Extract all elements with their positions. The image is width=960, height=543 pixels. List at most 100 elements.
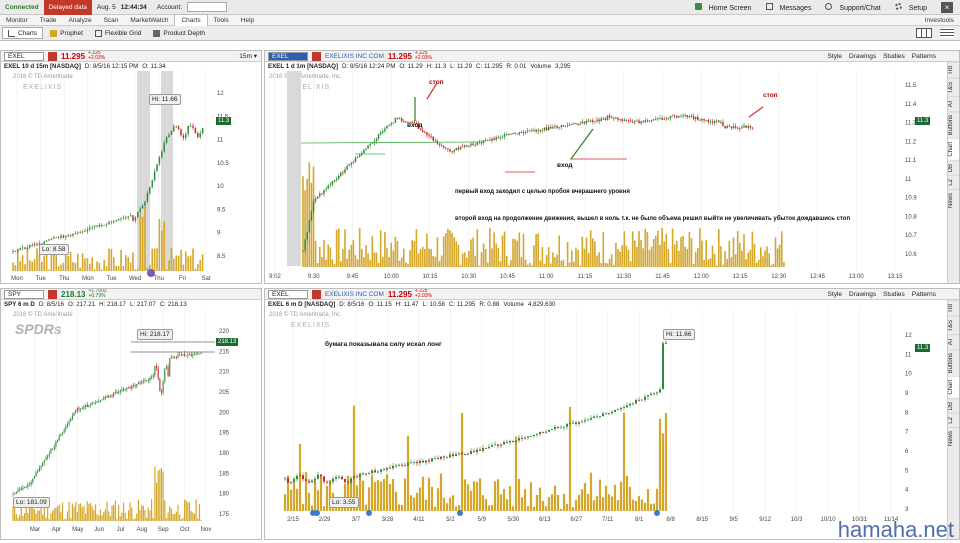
volume-bar bbox=[427, 477, 431, 511]
p1-candle bbox=[21, 247, 24, 249]
home-screen-button[interactable]: Home Screen bbox=[694, 2, 759, 12]
link-icon[interactable] bbox=[312, 51, 321, 61]
close-app-icon[interactable]: × bbox=[941, 1, 953, 13]
drawings-menu[interactable]: Drawings bbox=[849, 291, 876, 298]
p2-candle bbox=[726, 125, 728, 129]
tab-marketwatch[interactable]: MarketWatch bbox=[124, 15, 174, 26]
layout-grid-icon[interactable] bbox=[916, 28, 932, 38]
side-tab-buttons[interactable]: Buttons bbox=[948, 110, 959, 139]
volume-bar bbox=[76, 512, 78, 521]
volume-bar bbox=[463, 252, 466, 267]
setup-button[interactable]: Setup bbox=[894, 2, 934, 12]
tab-scan[interactable]: Scan bbox=[98, 15, 125, 26]
volume-bar bbox=[699, 227, 701, 267]
volume-bar bbox=[503, 231, 506, 267]
side-tab-news[interactable]: News bbox=[948, 426, 959, 449]
x-axis-tick: 6/13 bbox=[539, 517, 551, 523]
volume-bar bbox=[340, 261, 342, 267]
symbol-input[interactable]: EXEL bbox=[268, 289, 308, 299]
symbol-input[interactable]: EXEL bbox=[4, 51, 44, 61]
p3-candle bbox=[75, 410, 77, 413]
tab-trade[interactable]: Trade bbox=[34, 15, 63, 26]
volume-bar bbox=[153, 248, 156, 271]
style-menu[interactable]: Style bbox=[828, 291, 842, 298]
side-tab-news[interactable]: News bbox=[948, 188, 959, 211]
subtab-prophet[interactable]: Prophet bbox=[45, 27, 88, 39]
chart-panel-exel-1d: EXEL EXELIXIS INC COM 11.295 +.225 +2.03%… bbox=[264, 50, 960, 284]
p3-candle bbox=[190, 354, 192, 356]
symbol-input[interactable]: SPY bbox=[4, 289, 44, 299]
p2-candle bbox=[459, 146, 462, 150]
support-chat-button[interactable]: Support/Chat bbox=[825, 2, 887, 12]
p4-candle bbox=[314, 478, 316, 481]
patterns-menu[interactable]: Patterns bbox=[912, 53, 936, 60]
volume-bar bbox=[520, 257, 523, 267]
side-tab-at[interactable]: AT bbox=[948, 96, 959, 111]
p3-candle bbox=[180, 354, 182, 356]
tab-monitor[interactable]: Monitor bbox=[0, 15, 34, 26]
p2-candle bbox=[512, 133, 514, 134]
volume-bar bbox=[146, 517, 148, 521]
link-icon[interactable] bbox=[48, 51, 57, 61]
tab-help[interactable]: Help bbox=[235, 15, 260, 26]
p2-candle bbox=[661, 118, 663, 120]
volume-bar bbox=[541, 500, 545, 511]
side-tab-at[interactable]: AT bbox=[948, 334, 959, 349]
volume-bar bbox=[40, 507, 42, 521]
side-tab-chart[interactable]: Chart bbox=[948, 376, 959, 398]
layout-menu-icon[interactable] bbox=[940, 28, 954, 38]
subtab-flexible-grid[interactable]: Flexible Grid bbox=[90, 27, 146, 39]
messages-button[interactable]: Messages bbox=[765, 2, 819, 12]
link-icon[interactable] bbox=[48, 289, 57, 299]
volume-bar bbox=[726, 258, 728, 267]
volume-bar bbox=[524, 259, 527, 267]
p3-candle bbox=[63, 429, 65, 433]
volume-bar bbox=[26, 248, 29, 271]
p2-candle bbox=[566, 124, 569, 126]
studies-menu[interactable]: Studies bbox=[883, 291, 905, 298]
entry-arrow bbox=[570, 128, 594, 160]
side-tab-chart[interactable]: Chart bbox=[948, 138, 959, 160]
patterns-menu[interactable]: Patterns bbox=[912, 291, 936, 298]
volume-bar bbox=[194, 268, 197, 271]
account-dropdown[interactable] bbox=[187, 2, 228, 12]
aggregation-menu[interactable]: 15m ▾ bbox=[239, 52, 257, 60]
side-tab-l2[interactable]: L2 bbox=[948, 413, 959, 427]
volume-bar bbox=[373, 252, 376, 267]
subtab-product-depth[interactable]: Product Depth bbox=[148, 27, 210, 39]
side-tab-buttons[interactable]: Buttons bbox=[948, 348, 959, 377]
side-tab-ts[interactable]: T&S bbox=[948, 315, 959, 335]
drawings-menu[interactable]: Drawings bbox=[849, 53, 876, 60]
volume-bar bbox=[159, 469, 161, 521]
p4-candle bbox=[326, 481, 328, 483]
account-label[interactable]: Account: bbox=[152, 0, 187, 15]
volume-bar bbox=[89, 263, 91, 271]
side-tab-trd[interactable]: Trd bbox=[948, 300, 959, 316]
p4-candle bbox=[581, 421, 583, 423]
side-tab-ts[interactable]: T&S bbox=[948, 77, 959, 97]
p2-candle bbox=[697, 116, 699, 120]
symbol-input[interactable]: EXEL bbox=[268, 51, 308, 61]
link-icon[interactable] bbox=[312, 289, 321, 299]
side-tab-db[interactable]: DB bbox=[948, 397, 959, 414]
x-axis-tick: 6/27 bbox=[570, 517, 582, 523]
p1-candle bbox=[201, 128, 204, 134]
tab-analyze[interactable]: Analyze bbox=[62, 15, 97, 26]
style-menu[interactable]: Style bbox=[828, 53, 842, 60]
side-tab-l2[interactable]: L2 bbox=[948, 175, 959, 189]
side-tab-trd[interactable]: Trd bbox=[948, 62, 959, 78]
chart-area[interactable]: 9:02 9:30 9:45 10:00 10:15 10:30 10:45 11:00 11:… bbox=[265, 71, 949, 284]
side-tab-db[interactable]: DB bbox=[948, 159, 959, 176]
volume-bar bbox=[155, 482, 158, 521]
y-axis-tick: 10.5 bbox=[217, 161, 229, 167]
studies-menu[interactable]: Studies bbox=[883, 53, 905, 60]
volume-bar bbox=[298, 444, 302, 511]
investools-link[interactable]: Investools bbox=[919, 15, 960, 26]
subtab-charts[interactable]: Charts bbox=[2, 27, 44, 39]
tab-tools[interactable]: Tools bbox=[208, 15, 235, 26]
volume-bar bbox=[631, 231, 634, 267]
p2-candle bbox=[419, 128, 422, 131]
tab-charts[interactable]: Charts bbox=[174, 14, 208, 26]
chart-info-bar: EXEL 1 d 1m [NASDAQ] D: 8/5/16 12:24 PM … bbox=[268, 63, 571, 70]
p4-candle bbox=[488, 446, 490, 449]
